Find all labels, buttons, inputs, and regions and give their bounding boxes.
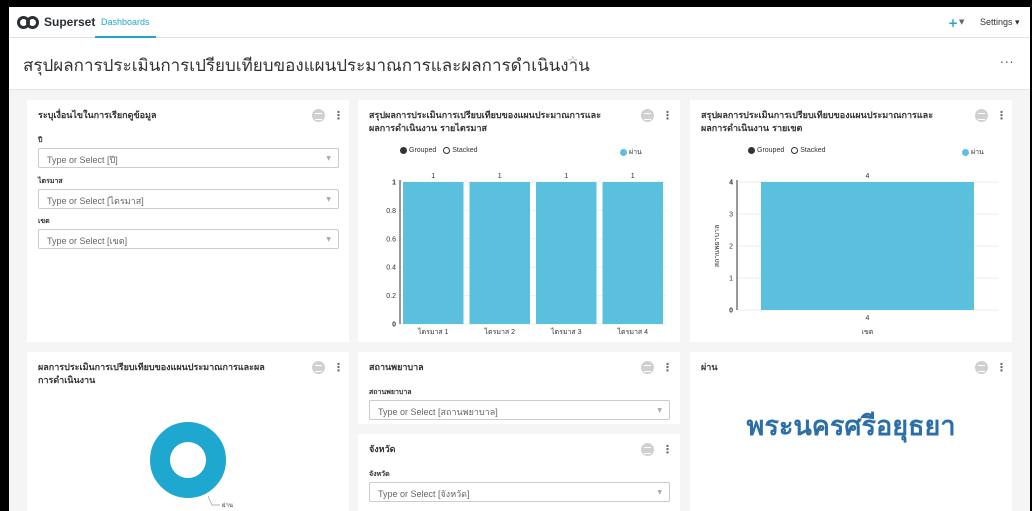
- big-text-card: ผ่าน ⋮ พระนครศรีอยุธยา: [690, 352, 1012, 511]
- donut-chart: ผ่าน: [150, 422, 233, 509]
- x-tick-label: ไตรมาส 3: [550, 327, 582, 336]
- kebab-menu-icon[interactable]: ⋮: [333, 110, 344, 121]
- field-label-province: จังหวัด: [369, 470, 390, 478]
- caret-down-icon: ▼: [657, 489, 662, 496]
- card-title: ระบุเงื่อนไขในการเรียกดูข้อมูล: [38, 111, 157, 121]
- y-tick-label: 0.2: [386, 293, 396, 300]
- y-tick-label: 1: [392, 180, 396, 187]
- big-text-value: พระนครศรีอยุธยา: [746, 411, 956, 442]
- filter-icon[interactable]: [641, 361, 654, 374]
- bar: [536, 182, 597, 324]
- card-title: จังหวัด: [369, 445, 396, 455]
- select-placeholder: Type or Select [ปี]: [47, 155, 118, 165]
- x-tick-label: 4: [866, 315, 870, 322]
- x-tick-label: ไตรมาส 1: [417, 327, 449, 336]
- field-label-quarter: ไตรมาส: [38, 177, 63, 185]
- select-placeholder: Type or Select [จังหวัด]: [378, 489, 470, 499]
- nav-tab-dashboards[interactable]: Dashboards: [95, 7, 156, 38]
- y-tick-label: 0.6: [386, 236, 396, 243]
- chevron-down-icon[interactable]: ▼: [959, 18, 964, 26]
- quarter-select[interactable]: Type or Select [ไตรมาส] ▼: [38, 189, 339, 209]
- brand-name: Superset: [44, 15, 96, 29]
- hospital-filter-card: สถานพยาบาล ⋮ สถานพยาบาล Type or Select […: [358, 352, 680, 424]
- kebab-menu-icon[interactable]: ⋮: [662, 444, 673, 455]
- card-controls: ⋮: [641, 361, 673, 374]
- top-navbar: Superset Dashboards + ▼ Settings ▾: [9, 7, 1030, 38]
- province-select[interactable]: Type or Select [จังหวัด] ▼: [369, 482, 670, 502]
- bar: [602, 182, 663, 324]
- bar-value-label: 1: [498, 173, 502, 180]
- filter-icon[interactable]: [312, 109, 325, 122]
- caret-down-icon: ▼: [326, 236, 331, 243]
- slice-leader-line: [207, 495, 220, 506]
- bar-value-label: 1: [564, 173, 568, 180]
- select-placeholder: Type or Select [สถานพยาบาล]: [378, 407, 498, 417]
- donut-card: ผลการประเมินการเปรียบเทียบของแผนประมาณกา…: [27, 352, 349, 511]
- bar: [403, 182, 464, 324]
- caret-down-icon: ▼: [326, 155, 331, 162]
- dashboard-header: สรุปผลการประเมินการเปรียบเทียบของแผนประม…: [9, 38, 1030, 90]
- field-label-hospital: สถานพยาบาล: [369, 388, 412, 396]
- bar-value-label: 1: [431, 173, 435, 180]
- card-controls: ⋮: [641, 443, 673, 456]
- caret-down-icon: ▼: [326, 196, 331, 203]
- bar-value-label: 1: [631, 173, 635, 180]
- donut-slice: [150, 422, 226, 498]
- plus-icon[interactable]: +: [948, 16, 958, 30]
- bar: [469, 182, 530, 324]
- app-frame: Superset Dashboards + ▼ Settings ▾ สรุปผ…: [9, 7, 1030, 511]
- field-label-year: ปี: [38, 136, 43, 144]
- y-tick-label: 0.4: [386, 265, 396, 272]
- infinity-logo-icon: [17, 15, 39, 29]
- field-label-zone: เขต: [38, 217, 50, 225]
- filter-card: ระบุเงื่อนไขในการเรียกดูข้อมูล ⋮ ปี Type…: [27, 100, 349, 342]
- chart-card-zone: สรุปผลการประเมินการเปรียบเทียบของแผนประม…: [690, 100, 1012, 342]
- x-tick-label: ไตรมาส 2: [484, 327, 516, 336]
- slice-label: ผ่าน: [222, 502, 233, 509]
- select-placeholder: Type or Select [เขต]: [47, 236, 128, 246]
- superset-logo[interactable]: Superset: [17, 15, 95, 29]
- y-tick-label: 0.8: [386, 208, 396, 215]
- province-filter-card: จังหวัด ⋮ จังหวัด Type or Select [จังหวั…: [358, 434, 680, 511]
- chart-card-quarter: สรุปผลการประเมินการเปรียบเทียบของแผนประม…: [358, 100, 680, 342]
- bar-chart-quarter: 0 0.2 0.4 0.6 0.8 1 1 ไตรมาส 1 1 ไตรมาส 2 1 ไตรมาส …: [386, 173, 666, 336]
- card-controls: ⋮: [975, 361, 1007, 374]
- select-placeholder: Type or Select [ไตรมาส]: [47, 196, 144, 206]
- card-title: สถานพยาบาล: [369, 363, 424, 373]
- filter-icon[interactable]: [641, 443, 654, 456]
- y-tick-label: 2: [729, 244, 733, 251]
- more-options-button[interactable]: ...: [1000, 52, 1014, 66]
- y-tick-label: 3: [729, 212, 733, 219]
- y-tick-label: 0: [392, 322, 396, 329]
- year-select[interactable]: Type or Select [ปี] ▼: [38, 148, 339, 168]
- bar-value-label: 4: [866, 173, 870, 180]
- kebab-menu-icon[interactable]: ⋮: [996, 362, 1007, 373]
- hospital-select[interactable]: Type or Select [สถานพยาบาล] ▼: [369, 400, 670, 420]
- zone-select[interactable]: Type or Select [เขต] ▼: [38, 229, 339, 249]
- card-controls: ⋮: [312, 109, 344, 122]
- favorite-star-icon[interactable]: ☆: [567, 54, 579, 69]
- x-tick-label: ไตรมาส 4: [617, 327, 649, 336]
- y-tick-label: 1: [729, 276, 733, 283]
- settings-menu[interactable]: Settings ▾: [980, 17, 1020, 28]
- bar-chart-zone: 0 1 2 3 4 4 4 เขต สถานพยาบาล: [714, 173, 998, 336]
- y-tick-label: 0: [729, 308, 733, 315]
- y-axis-label: สถานพยาบาล: [714, 225, 721, 268]
- caret-down-icon: ▼: [657, 407, 662, 414]
- card-title: ผ่าน: [701, 363, 718, 373]
- bar: [761, 182, 974, 310]
- x-axis-label: เขต: [862, 329, 874, 336]
- page-title: สรุปผลการประเมินการเปรียบเทียบของแผนประม…: [23, 56, 590, 75]
- y-tick-label: 4: [729, 180, 733, 187]
- kebab-menu-icon[interactable]: ⋮: [662, 362, 673, 373]
- filter-icon[interactable]: [975, 361, 988, 374]
